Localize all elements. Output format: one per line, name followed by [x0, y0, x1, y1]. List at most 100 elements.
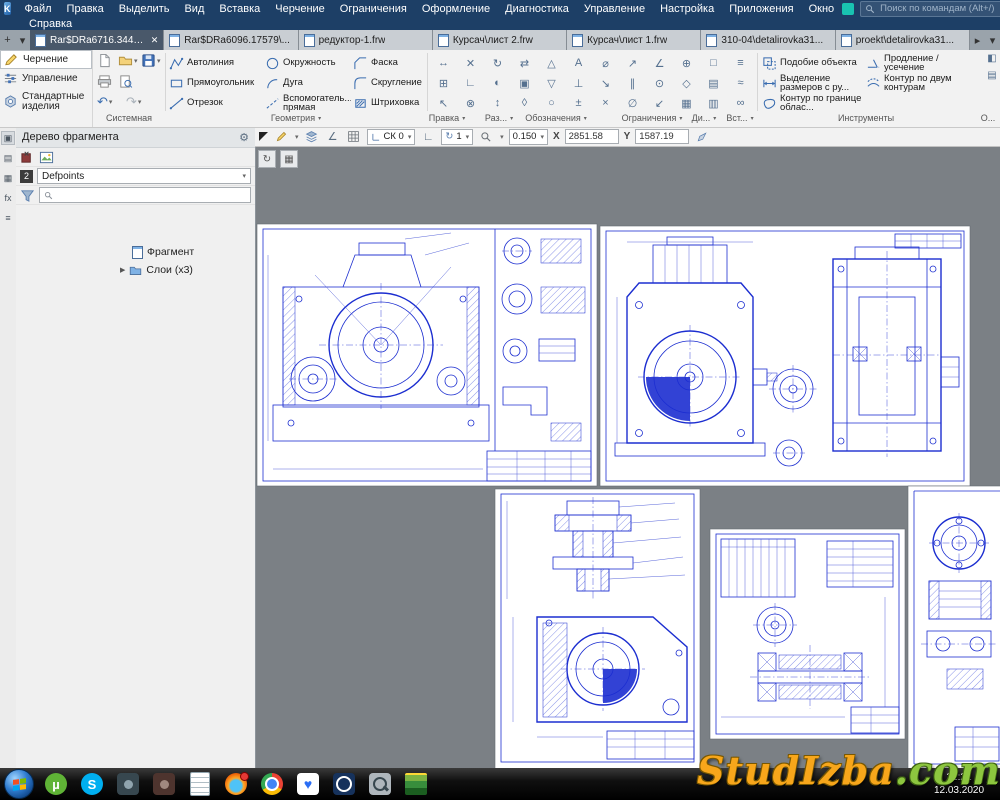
preview-image-icon[interactable]: [39, 150, 54, 165]
menu-layout[interactable]: Оформление: [415, 2, 497, 16]
toolbar-icon[interactable]: ▽: [538, 73, 565, 93]
toolbar-icon[interactable]: ↕: [484, 93, 511, 113]
pointer-input-icon[interactable]: [694, 129, 710, 145]
dock-clipboard-icon[interactable]: ▤: [987, 70, 996, 81]
ortho-mode-icon[interactable]: ∟: [420, 129, 436, 145]
firefox-icon[interactable]: [218, 769, 254, 799]
toolbar-icon[interactable]: ∥: [619, 73, 646, 93]
tab-document-6[interactable]: 310-04\detalirovka31...: [701, 30, 835, 50]
tree-item-layers[interactable]: ▶ Слои (x3): [16, 261, 255, 279]
menu-applications[interactable]: Приложения: [722, 2, 800, 16]
toolbar-icon[interactable]: ∞: [727, 93, 754, 113]
panel-settings-gear-icon[interactable]: ⚙: [239, 131, 249, 144]
tab-document-4[interactable]: Курсач\лист 2.frw: [433, 30, 567, 50]
rounding-select[interactable]: 0.150 ▾: [509, 129, 548, 145]
group-label-raz[interactable]: Раз...▾: [485, 113, 513, 123]
drawing-canvas-svg[interactable]: [255, 147, 1000, 768]
tab-document-2[interactable]: Rar$DRa6096.17579\...: [164, 30, 298, 50]
command-search[interactable]: [860, 1, 1000, 17]
extend-trim-button[interactable]: Продление / усечение: [864, 53, 980, 73]
search-tool-icon[interactable]: [362, 769, 398, 799]
dropdown-icon[interactable]: ▾: [109, 98, 113, 106]
toolbar-icon[interactable]: ×: [592, 93, 619, 113]
toolbar-icon[interactable]: ⊞: [430, 73, 457, 93]
toolbar-icon[interactable]: ⊗: [457, 93, 484, 113]
tab-document-5[interactable]: Курсач\лист 1.frw: [567, 30, 701, 50]
contour-by-two-button[interactable]: Контур по двум контурам: [864, 73, 980, 93]
group-label-di[interactable]: Ди...▾: [692, 113, 717, 123]
dropdown-icon[interactable]: ▾: [157, 57, 161, 65]
tab-document-1[interactable]: Rar$DRa6716.34480\... ✕: [30, 30, 164, 50]
tab-scroll-right-button[interactable]: ▸: [970, 30, 985, 50]
print-button[interactable]: [97, 74, 112, 89]
contour-by-area-button[interactable]: Контур по границе облас...: [760, 93, 864, 113]
menu-view[interactable]: Вид: [177, 2, 211, 16]
group-label-tools[interactable]: Инструменты: [838, 113, 894, 123]
arc-button[interactable]: Дуга: [263, 73, 351, 93]
object-offset-button[interactable]: Подобие объекта: [760, 53, 864, 73]
line-style-button[interactable]: [273, 129, 289, 145]
toolbar-icon[interactable]: ▥: [700, 93, 727, 113]
new-document-button[interactable]: [97, 53, 112, 68]
toolbar-icon[interactable]: ↻: [484, 53, 511, 73]
x-coordinate-field[interactable]: 2851.58: [565, 129, 619, 144]
mode-management-button[interactable]: Управление: [0, 69, 92, 88]
zoom-button[interactable]: [478, 129, 494, 145]
app-logo-icon[interactable]: K: [4, 2, 11, 15]
toolbar-icon[interactable]: ◇: [673, 73, 700, 93]
open-document-button[interactable]: ▾: [118, 53, 138, 68]
toolbar-icon[interactable]: ↙: [646, 93, 673, 113]
toolbar-icon[interactable]: ∟: [457, 73, 484, 93]
menu-drawing[interactable]: Черчение: [268, 2, 332, 16]
toolbar-icon[interactable]: ≡: [727, 53, 754, 73]
filter-funnel-icon[interactable]: [20, 188, 35, 203]
dark-app-icon-1[interactable]: [110, 769, 146, 799]
toolbar-icon[interactable]: ◐: [484, 73, 511, 93]
toolbar-icon[interactable]: ✕: [457, 53, 484, 73]
tab-document-7[interactable]: proekt\detalirovka31...: [836, 30, 970, 50]
group-label-overflow[interactable]: О...: [981, 113, 996, 123]
skype-icon[interactable]: S: [74, 769, 110, 799]
layer-select[interactable]: Defpoints ▾: [37, 168, 251, 184]
notes-app-icon[interactable]: [182, 769, 218, 799]
tree-search-box[interactable]: [39, 187, 251, 203]
undo-button[interactable]: ↶ ▾: [97, 94, 112, 110]
toolbar-icon[interactable]: △: [538, 53, 565, 73]
toolbar-icon[interactable]: ∅: [619, 93, 646, 113]
autoline-button[interactable]: Автолиния: [167, 53, 263, 73]
save-button[interactable]: ▾: [141, 53, 161, 68]
y-coordinate-field[interactable]: 1587.19: [635, 129, 689, 144]
menu-insert[interactable]: Вставка: [212, 2, 267, 16]
toolbar-icon[interactable]: ∠: [646, 53, 673, 73]
toolbar-icon[interactable]: ▦: [673, 93, 700, 113]
chrome-icon[interactable]: [254, 769, 290, 799]
new-tab-button[interactable]: +: [0, 30, 15, 50]
dropdown-icon[interactable]: ▾: [295, 133, 299, 141]
toolbar-icon[interactable]: ⇄: [511, 53, 538, 73]
expand-caret-icon[interactable]: ▶: [120, 266, 125, 274]
group-label-designations[interactable]: Обозначения▾: [525, 113, 587, 123]
dock-panel-icon[interactable]: ◧: [987, 53, 996, 64]
panel-toggle-params-icon[interactable]: ▤: [1, 151, 15, 165]
grid-button[interactable]: [346, 129, 362, 145]
mode-drawing-button[interactable]: Черчение: [0, 50, 92, 69]
dark-app-icon-2[interactable]: [146, 769, 182, 799]
tree-item-fragment[interactable]: Фрагмент: [16, 243, 255, 261]
toolbar-icon[interactable]: ↘: [592, 73, 619, 93]
segment-button[interactable]: Отрезок: [167, 93, 263, 113]
fillet-button[interactable]: Скругление: [351, 73, 427, 93]
group-label-vst[interactable]: Вст...▾: [726, 113, 753, 123]
menu-settings[interactable]: Настройка: [653, 2, 721, 16]
menu-select[interactable]: Выделить: [112, 2, 177, 16]
toolbar-icon[interactable]: ▤: [700, 73, 727, 93]
toolbar-icon[interactable]: ⊕: [673, 53, 700, 73]
group-label-constraints[interactable]: Ограничения▾: [622, 113, 683, 123]
panel-toggle-tree-icon[interactable]: ▣: [1, 131, 15, 145]
tab-document-3[interactable]: редуктор-1.frw: [299, 30, 433, 50]
dropdown-icon[interactable]: ▾: [134, 57, 138, 65]
rectangle-button[interactable]: Прямоугольник: [167, 73, 263, 93]
chamfer-button[interactable]: Фаска: [351, 53, 427, 73]
menu-diagnostics[interactable]: Диагностика: [498, 2, 576, 16]
kompas-app-icon[interactable]: [326, 769, 362, 799]
toolbar-icon[interactable]: ○: [538, 93, 565, 113]
